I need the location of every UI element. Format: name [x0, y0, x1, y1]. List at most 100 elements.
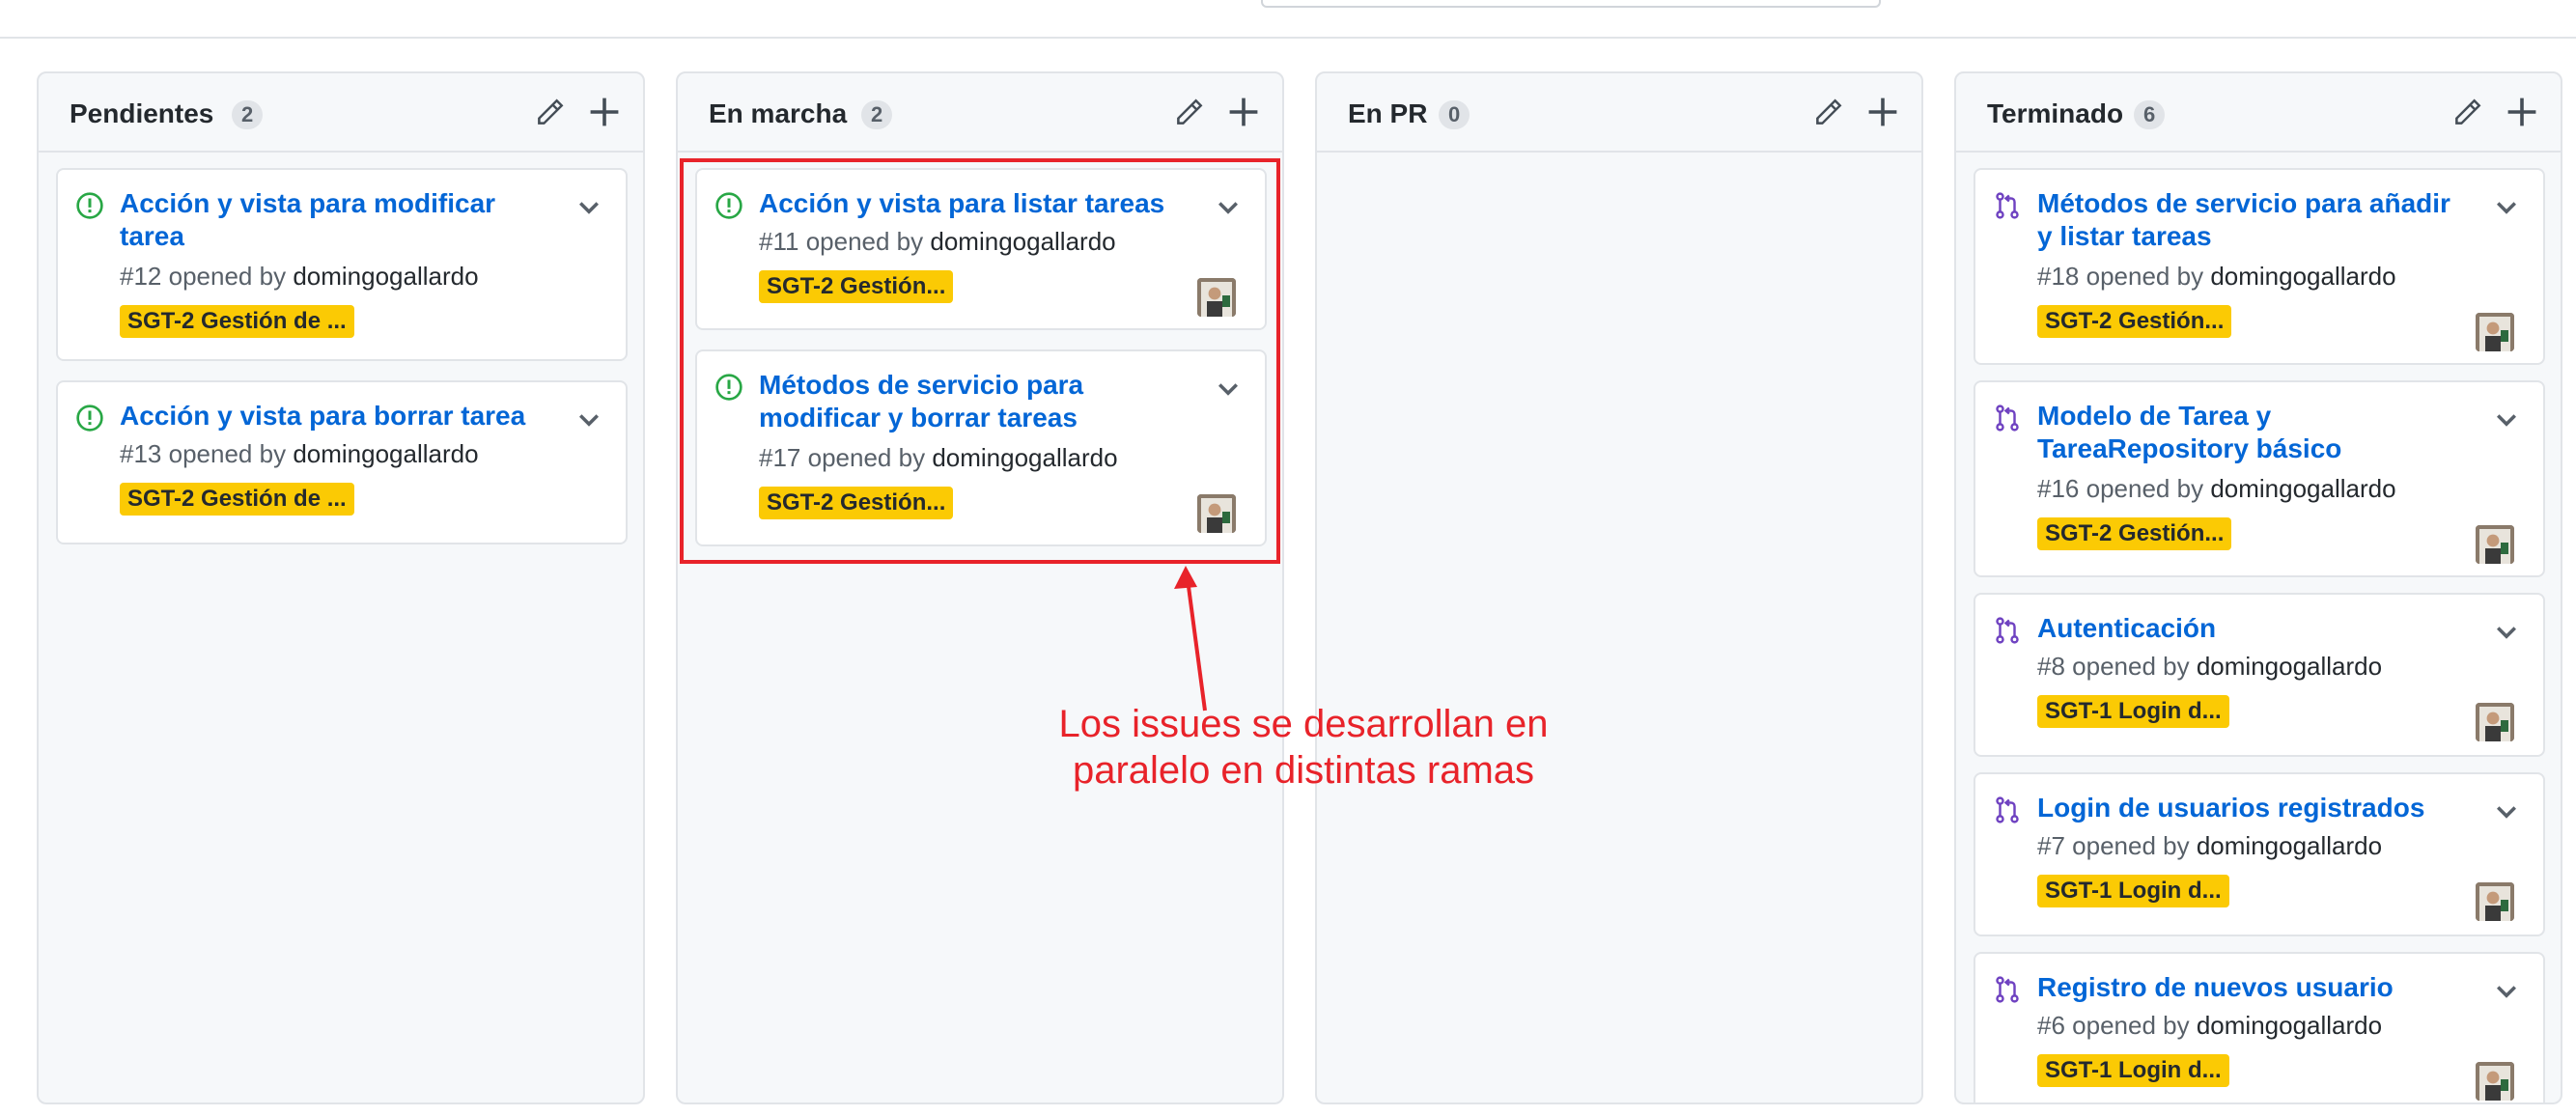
author-link[interactable]: domingogallardo	[2197, 831, 2382, 860]
card-title-link[interactable]: Login de usuarios registrados	[2037, 792, 2462, 824]
avatar[interactable]	[2476, 313, 2514, 351]
card[interactable]: Autenticación #8 opened by domingogallar…	[1974, 593, 2545, 757]
plus-icon[interactable]	[587, 95, 622, 129]
avatar-photo-icon	[2476, 525, 2514, 564]
column-title: En marcha	[709, 98, 848, 128]
label-badge[interactable]: SGT-2 Gestión de ...	[120, 305, 354, 338]
label-badge[interactable]: SGT-2 Gestión...	[2037, 305, 2232, 338]
label-badge[interactable]: SGT-2 Gestión de ...	[120, 483, 354, 516]
pr-number: #6	[2037, 1011, 2065, 1040]
author-link[interactable]: domingogallardo	[2210, 262, 2395, 291]
label-badge[interactable]: SGT-1 Login d...	[2037, 695, 2229, 728]
plus-icon[interactable]	[1865, 95, 1900, 129]
annotation-arrow-icon	[1174, 566, 1207, 711]
card-title-link[interactable]: Autenticación	[2037, 612, 2462, 645]
pr-number: #8	[2037, 652, 2065, 681]
issue-opened-icon	[76, 405, 103, 432]
card-title-link[interactable]: Modelo de Tarea y TareaRepository básico	[2037, 400, 2462, 465]
annotation-highlight-box	[680, 158, 1280, 564]
column-count-badge: 0	[1439, 100, 1470, 129]
card[interactable]: Login de usuarios registrados #7 opened …	[1974, 772, 2545, 936]
chevron-down-icon[interactable]	[2493, 405, 2520, 432]
card[interactable]: Acción y vista para borrar tarea #13 ope…	[56, 380, 628, 544]
pull-request-icon	[1996, 405, 2019, 432]
card[interactable]: Acción y vista para modificar tarea #12 …	[56, 168, 628, 361]
author-link[interactable]: domingogallardo	[2210, 474, 2395, 503]
annotation-line-2: paralelo en distintas ramas	[1072, 749, 1535, 792]
pencil-icon[interactable]	[1811, 97, 1844, 129]
issue-number: #13	[120, 439, 162, 468]
chevron-down-icon[interactable]	[2493, 977, 2520, 1004]
issue-opened-icon	[76, 192, 103, 219]
chevron-down-icon[interactable]	[575, 193, 602, 220]
opened-by-text: opened by	[2072, 831, 2190, 860]
column-count-badge: 2	[232, 100, 264, 129]
column-count-badge: 6	[2134, 100, 2166, 129]
avatar[interactable]	[2476, 525, 2514, 564]
search-input[interactable]	[1261, 0, 1881, 8]
top-bar	[0, 0, 2576, 39]
chevron-down-icon[interactable]	[2493, 797, 2520, 824]
card[interactable]: Métodos de servicio para añadir y listar…	[1974, 168, 2545, 365]
column-title: Terminado	[1987, 98, 2124, 128]
pr-number: #16	[2037, 474, 2080, 503]
opened-by-text: opened by	[2072, 1011, 2190, 1040]
column-header: Pendientes 2	[39, 73, 643, 153]
avatar[interactable]	[2476, 703, 2514, 741]
pencil-icon[interactable]	[533, 97, 566, 129]
author-link[interactable]: domingogallardo	[293, 262, 478, 291]
pr-number: #7	[2037, 831, 2065, 860]
pr-number: #18	[2037, 262, 2080, 291]
column-count-badge: 2	[861, 100, 893, 129]
chevron-down-icon[interactable]	[2493, 618, 2520, 645]
column-pendientes: Pendientes 2 Acción y vista para modific…	[37, 71, 645, 1104]
column-header: Terminado 6	[1956, 73, 2561, 153]
author-link[interactable]: domingogallardo	[2197, 652, 2382, 681]
column-header: En PR 0	[1317, 73, 1921, 153]
card-title-link[interactable]: Acción y vista para modificar tarea	[120, 187, 545, 253]
card-meta: #7 opened by domingogallardo	[2037, 830, 2382, 861]
annotation-text: Los issues se desarrollan en paralelo en…	[1043, 701, 1564, 794]
annotation-line-1: Los issues se desarrollan en	[1058, 703, 1549, 745]
card-meta: #12 opened by domingogallardo	[120, 261, 479, 292]
author-link[interactable]: domingogallardo	[2197, 1011, 2382, 1040]
avatar-photo-icon	[2476, 1062, 2514, 1101]
card-title-link[interactable]: Métodos de servicio para añadir y listar…	[2037, 187, 2462, 253]
card-meta: #16 opened by domingogallardo	[2037, 473, 2396, 504]
card-meta: #8 opened by domingogallardo	[2037, 651, 2382, 682]
column-title: Pendientes	[70, 98, 214, 128]
avatar-photo-icon	[2476, 313, 2514, 351]
pencil-icon[interactable]	[2450, 97, 2483, 129]
card-meta: #18 opened by domingogallardo	[2037, 261, 2396, 292]
chevron-down-icon[interactable]	[575, 405, 602, 432]
card-title-link[interactable]: Registro de nuevos usuario	[2037, 971, 2462, 1004]
card[interactable]: Modelo de Tarea y TareaRepository básico…	[1974, 380, 2545, 577]
label-badge[interactable]: SGT-2 Gestión...	[2037, 517, 2232, 550]
author-link[interactable]: domingogallardo	[293, 439, 478, 468]
opened-by-text: opened by	[168, 262, 287, 291]
pull-request-icon	[1996, 617, 2019, 644]
label-badge[interactable]: SGT-1 Login d...	[2037, 1054, 2229, 1087]
plus-icon[interactable]	[1226, 95, 1261, 129]
column-header: En marcha 2	[678, 73, 1282, 153]
card-meta: #13 opened by domingogallardo	[120, 438, 479, 469]
avatar-photo-icon	[2476, 882, 2514, 921]
pencil-icon[interactable]	[1172, 97, 1205, 129]
plus-icon[interactable]	[2505, 95, 2539, 129]
card-meta: #6 opened by domingogallardo	[2037, 1010, 2382, 1041]
opened-by-text: opened by	[2086, 262, 2204, 291]
column-en-pr: En PR 0	[1315, 71, 1923, 1104]
avatar[interactable]	[2476, 1062, 2514, 1101]
opened-by-text: opened by	[2086, 474, 2204, 503]
opened-by-text: opened by	[168, 439, 287, 468]
opened-by-text: opened by	[2072, 652, 2190, 681]
column-title: En PR	[1348, 98, 1428, 128]
column-terminado: Terminado 6 Métodos de servicio para aña…	[1954, 71, 2562, 1104]
label-badge[interactable]: SGT-1 Login d...	[2037, 875, 2229, 907]
avatar[interactable]	[2476, 882, 2514, 921]
chevron-down-icon[interactable]	[2493, 193, 2520, 220]
card[interactable]: Registro de nuevos usuario #6 opened by …	[1974, 952, 2545, 1102]
pull-request-icon	[1996, 796, 2019, 823]
card-title-link[interactable]: Acción y vista para borrar tarea	[120, 400, 545, 432]
pull-request-icon	[1996, 976, 2019, 1003]
